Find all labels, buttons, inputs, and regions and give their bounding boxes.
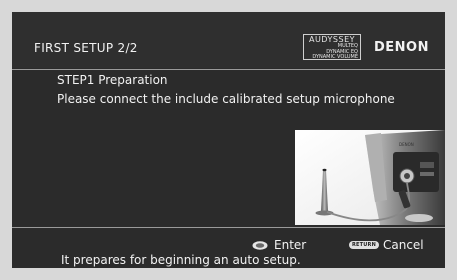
return-button-icon: RETURN bbox=[349, 241, 379, 249]
device-brand-label: DENON bbox=[399, 142, 414, 147]
audyssey-line-3: DYNAMIC VOLUME bbox=[312, 54, 358, 60]
header: FIRST SETUP 2/2 AUDYSSEY MULTEQ DYNAMIC … bbox=[12, 12, 445, 68]
step-title: STEP1 Preparation bbox=[57, 73, 168, 87]
microphone-setup-illustration: DENON bbox=[295, 130, 445, 225]
screen-title: FIRST SETUP 2/2 bbox=[34, 41, 138, 55]
cancel-label: Cancel bbox=[382, 238, 424, 252]
enter-hint[interactable]: Enter bbox=[252, 238, 306, 252]
audyssey-logo: AUDYSSEY MULTEQ DYNAMIC EQ DYNAMIC VOLUM… bbox=[303, 34, 361, 60]
help-text: It prepares for beginning an auto setup. bbox=[61, 253, 301, 267]
denon-logo: DENON bbox=[374, 40, 429, 55]
footer-divider bbox=[12, 227, 445, 228]
step-instruction: Please connect the include calibrated se… bbox=[57, 92, 395, 106]
cancel-hint[interactable]: RETURN Cancel bbox=[349, 238, 424, 252]
microphone-setup-photo: DENON bbox=[295, 130, 445, 225]
enter-label: Enter bbox=[274, 238, 307, 252]
header-divider bbox=[12, 69, 445, 70]
setup-screen: FIRST SETUP 2/2 AUDYSSEY MULTEQ DYNAMIC … bbox=[12, 12, 445, 268]
enter-button-icon bbox=[252, 240, 268, 250]
